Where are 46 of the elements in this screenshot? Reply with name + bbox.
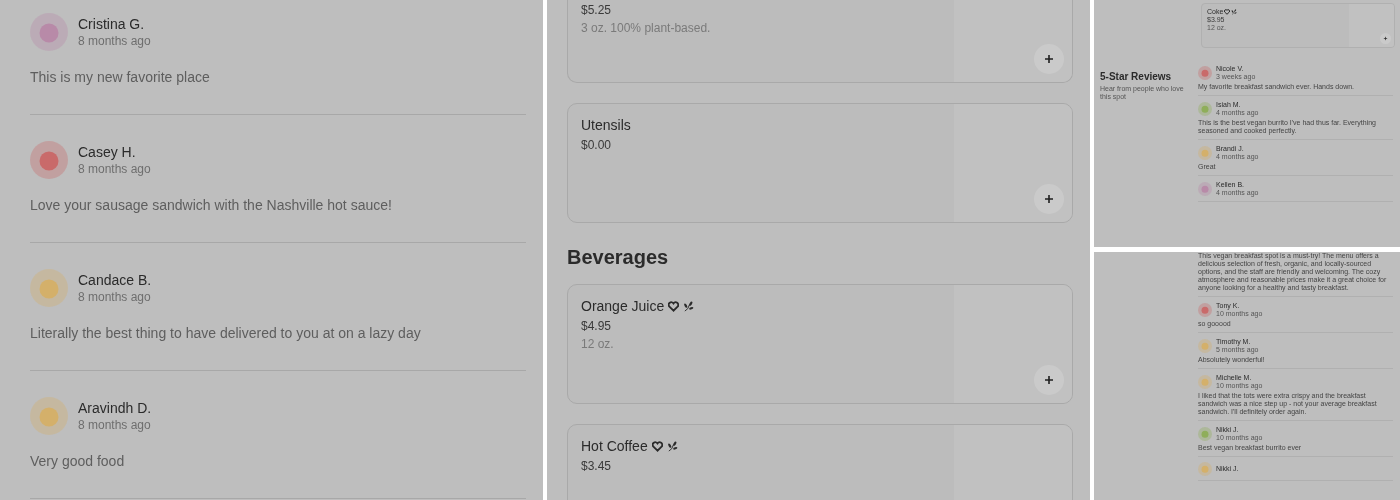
- review-date: 8 months ago: [78, 417, 152, 433]
- avatar-icon: [1198, 182, 1212, 196]
- review-date: 8 months ago: [78, 33, 151, 49]
- plus-icon: [1043, 53, 1055, 65]
- avatar-icon: [1198, 339, 1212, 353]
- avatar-icon: [1198, 375, 1212, 389]
- item-name: Hot Coffee: [581, 437, 648, 456]
- avatar-icon: [30, 269, 68, 307]
- item-description: 12 oz.: [581, 336, 615, 353]
- add-button[interactable]: [1380, 33, 1391, 44]
- reviewer-name: Aravindh D.: [78, 399, 152, 417]
- reviewer-name: Candace B.: [78, 271, 152, 289]
- menu-item-card[interactable]: Hot Coffee $3.45: [567, 424, 1073, 500]
- avatar-icon: [1198, 146, 1212, 160]
- avatar-icon: [1198, 462, 1212, 476]
- avatar-icon: [1198, 102, 1212, 116]
- avatar-icon: [1198, 66, 1212, 80]
- plus-icon: [1383, 36, 1388, 41]
- reviewer-name: Casey H.: [78, 143, 137, 161]
- review-date: 8 months ago: [78, 289, 152, 305]
- section-heading: 5-Star Reviews: [1100, 70, 1173, 83]
- review-text: Love your sausage sandwich with the Nashville hot sauce!: [30, 196, 393, 215]
- avatar-icon: [30, 13, 68, 51]
- review-text: This is my new favorite place: [30, 68, 211, 87]
- item-price: $5.25: [581, 2, 613, 19]
- review-text: Literally the best thing to have delivered to you at on a lazy day: [30, 324, 422, 343]
- item-description: 3 oz. 100% plant-based.: [581, 20, 712, 37]
- avatar-icon: [30, 141, 68, 179]
- item-price: $0.00: [581, 137, 613, 154]
- item-price: $4.95: [581, 318, 613, 335]
- image-area: [1349, 4, 1394, 47]
- item-price: $3.45: [581, 458, 613, 475]
- item-name: Orange Juice: [581, 297, 665, 316]
- review-text: Very good food: [30, 452, 126, 471]
- menu-item-card[interactable]: $5.25 3 oz. 100% plant-based.: [567, 0, 1073, 83]
- avatar-icon: [1198, 303, 1212, 317]
- item-name: Utensils: [581, 116, 631, 135]
- reviewer-name: Cristina G.: [78, 15, 146, 33]
- avatar-icon: [30, 397, 68, 435]
- avatar-icon: [1198, 427, 1212, 441]
- review-date: 8 months ago: [78, 161, 151, 177]
- plus-icon: [1043, 374, 1055, 386]
- plus-icon: [1043, 193, 1055, 205]
- menu-item-card[interactable]: Orange Juice $4.95 12 oz.: [567, 284, 1073, 404]
- menu-item-card[interactable]: Utensils $0.00: [567, 103, 1073, 223]
- section-heading: Beverages: [567, 245, 670, 270]
